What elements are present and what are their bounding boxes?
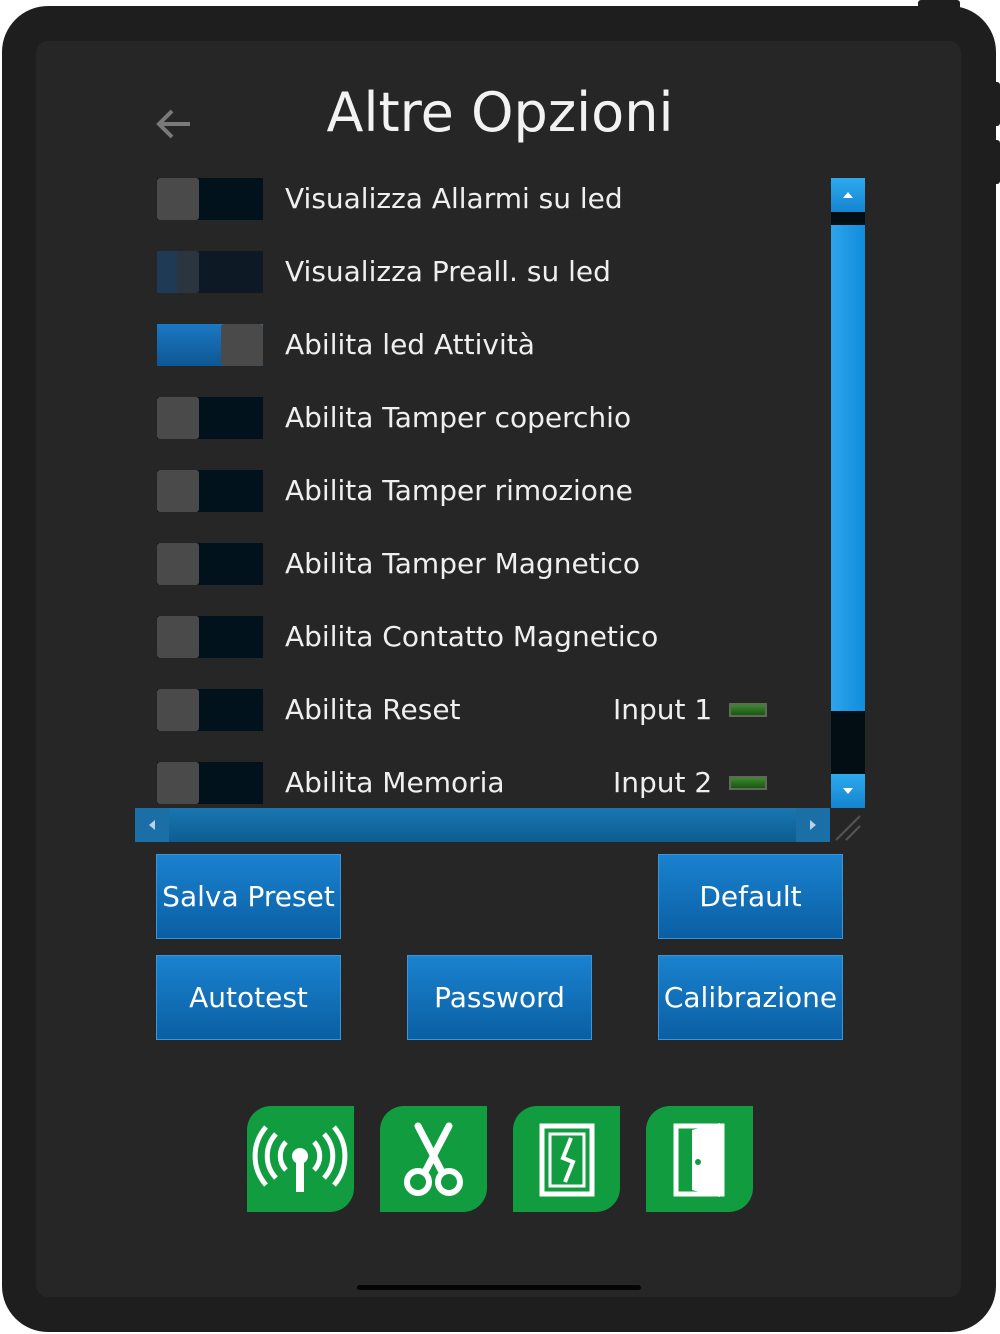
option-row-reset: Abilita Reset Input 1: [135, 687, 830, 733]
vertical-scroll-thumb[interactable]: [831, 225, 865, 711]
open-door-icon: [673, 1123, 725, 1197]
door-contact-button[interactable]: [646, 1106, 753, 1212]
toggle-thumb: [221, 324, 263, 366]
glass-break-button[interactable]: [513, 1106, 620, 1212]
resize-grip-icon[interactable]: [832, 812, 862, 842]
caret-left-icon: [149, 820, 155, 830]
toggle-memoria[interactable]: [157, 762, 263, 804]
caret-down-icon: [843, 788, 853, 794]
input-label: Input 1: [613, 693, 713, 726]
option-label: Abilita Reset: [285, 693, 461, 726]
toggle-reset[interactable]: [157, 689, 263, 731]
toggle-thumb: [157, 470, 199, 512]
option-row-visualizza-preall: Visualizza Preall. su led: [135, 249, 830, 295]
input-led-indicator: [729, 703, 767, 717]
password-button[interactable]: Password: [407, 955, 592, 1040]
toggle-tamper-magnetico[interactable]: [157, 543, 263, 585]
scissors-icon: [404, 1122, 463, 1196]
arrow-left-icon[interactable]: [152, 102, 196, 146]
power-button: [918, 0, 960, 8]
default-button[interactable]: Default: [658, 854, 843, 939]
toggle-tamper-rimozione[interactable]: [157, 470, 263, 512]
option-label: Abilita Tamper rimozione: [285, 474, 633, 507]
caret-up-icon: [843, 192, 853, 198]
toggle-thumb: [157, 543, 199, 585]
autotest-button[interactable]: Autotest: [156, 955, 341, 1040]
caret-right-icon: [810, 820, 816, 830]
toggle-thumb: [157, 616, 199, 658]
volume-up-button: [994, 82, 1000, 126]
option-row-led-attivita: Abilita led Attività: [135, 322, 830, 368]
scroll-up-button[interactable]: [831, 178, 865, 212]
cut-button[interactable]: [380, 1106, 487, 1212]
toggle-thumb: [157, 689, 199, 731]
option-label: Abilita led Attività: [285, 328, 535, 361]
option-label: Abilita Memoria: [285, 766, 505, 799]
toggle-thumb: [177, 251, 199, 293]
toggle-thumb: [157, 762, 199, 804]
option-label: Abilita Tamper Magnetico: [285, 547, 640, 580]
calibrazione-button[interactable]: Calibrazione: [658, 955, 843, 1040]
radio-button[interactable]: [247, 1106, 354, 1212]
option-row-tamper-coperchio: Abilita Tamper coperchio: [135, 395, 830, 441]
home-indicator[interactable]: [357, 1285, 641, 1290]
toggle-visualizza-preall[interactable]: [157, 251, 263, 293]
option-label: Abilita Tamper coperchio: [285, 401, 632, 434]
horizontal-scrollbar[interactable]: [135, 808, 830, 842]
horizontal-scroll-thumb[interactable]: [169, 808, 796, 842]
toggle-led-attivita[interactable]: [157, 324, 263, 366]
toggle-thumb: [157, 397, 199, 439]
antenna-icon: [252, 1125, 348, 1192]
option-row-tamper-magnetico: Abilita Tamper Magnetico: [135, 541, 830, 587]
toggle-contatto-magnetico[interactable]: [157, 616, 263, 658]
salva-preset-button[interactable]: Salva Preset: [156, 854, 341, 939]
vertical-scrollbar[interactable]: [831, 178, 865, 808]
scroll-down-button[interactable]: [831, 774, 865, 808]
toggle-visualizza-allarmi[interactable]: [157, 178, 263, 220]
option-row-visualizza-allarmi: Visualizza Allarmi su led: [135, 176, 830, 222]
input-label: Input 2: [613, 766, 713, 799]
option-row-contatto-magnetico: Abilita Contatto Magnetico: [135, 614, 830, 660]
option-label: Abilita Contatto Magnetico: [285, 620, 659, 653]
options-list[interactable]: Visualizza Allarmi su led Visualizza Pre…: [135, 176, 830, 808]
page-title: Altre Opzioni: [326, 81, 674, 144]
broken-glass-door-icon: [539, 1123, 595, 1197]
toggle-thumb: [157, 178, 199, 220]
option-row-memoria: Abilita Memoria Input 2: [135, 760, 830, 806]
volume-down-button: [994, 140, 1000, 184]
toggle-tamper-coperchio[interactable]: [157, 397, 263, 439]
input-led-indicator: [729, 776, 767, 790]
toggle-fill: [157, 251, 179, 293]
option-label: Visualizza Preall. su led: [285, 255, 611, 288]
option-row-tamper-rimozione: Abilita Tamper rimozione: [135, 468, 830, 514]
scroll-right-button[interactable]: [796, 808, 830, 842]
scroll-left-button[interactable]: [135, 808, 169, 842]
option-label: Visualizza Allarmi su led: [285, 182, 623, 215]
